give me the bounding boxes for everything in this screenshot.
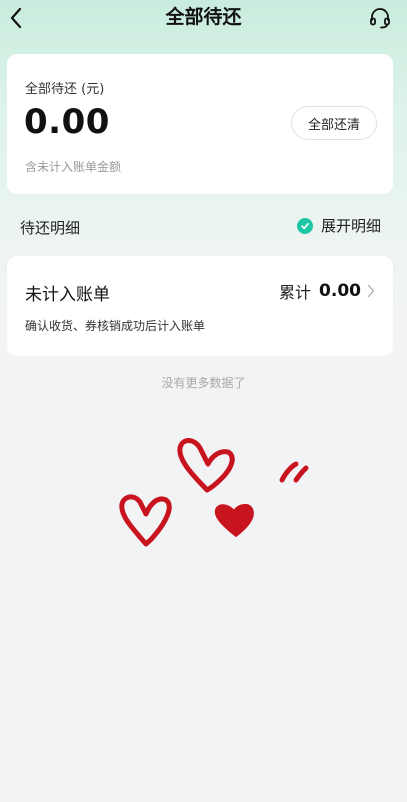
- hearts-doodle-icon: [119, 438, 309, 547]
- check-icon: [296, 217, 313, 234]
- total-label: 累计: [279, 283, 312, 302]
- heart-doodle-left: [119, 494, 172, 547]
- summary-label: 全部待还 (元): [25, 82, 105, 97]
- chevron-right-icon: [367, 284, 375, 298]
- dash-doodle-2: [293, 465, 309, 483]
- details-header: 待还明细 展开明细: [0, 214, 407, 240]
- no-more-data-text: 没有更多数据了: [161, 376, 246, 390]
- total-due-amount: 0.00: [24, 102, 110, 142]
- unbilled-title: 未计入账单: [25, 285, 110, 305]
- section-title: 待还明细: [20, 219, 81, 237]
- unbilled-total: 累计 0.00: [279, 279, 375, 303]
- page-title: 全部待还: [165, 6, 242, 28]
- dash-doodle-1: [279, 461, 299, 483]
- expand-details-toggle[interactable]: 展开明细: [296, 215, 381, 236]
- total-value: 0.00: [319, 281, 361, 301]
- pay-all-button[interactable]: 全部还清: [291, 106, 377, 140]
- customer-service-button[interactable]: [367, 5, 393, 31]
- heart-doodle-large: [177, 438, 235, 493]
- heart-doodle-filled: [214, 503, 254, 537]
- headset-icon: [370, 8, 390, 29]
- unbilled-card[interactable]: 未计入账单 累计 0.00 确认收货、券核销成功后计入账单: [7, 256, 393, 356]
- navigation-bar: 全部待还: [0, 0, 407, 38]
- unbilled-description: 确认收货、券核销成功后计入账单: [25, 319, 206, 333]
- summary-card: 全部待还 (元) 0.00 全部还清 含未计入账单金额: [7, 54, 393, 194]
- summary-note: 含未计入账单金额: [25, 160, 122, 174]
- expand-details-label: 展开明细: [320, 217, 381, 235]
